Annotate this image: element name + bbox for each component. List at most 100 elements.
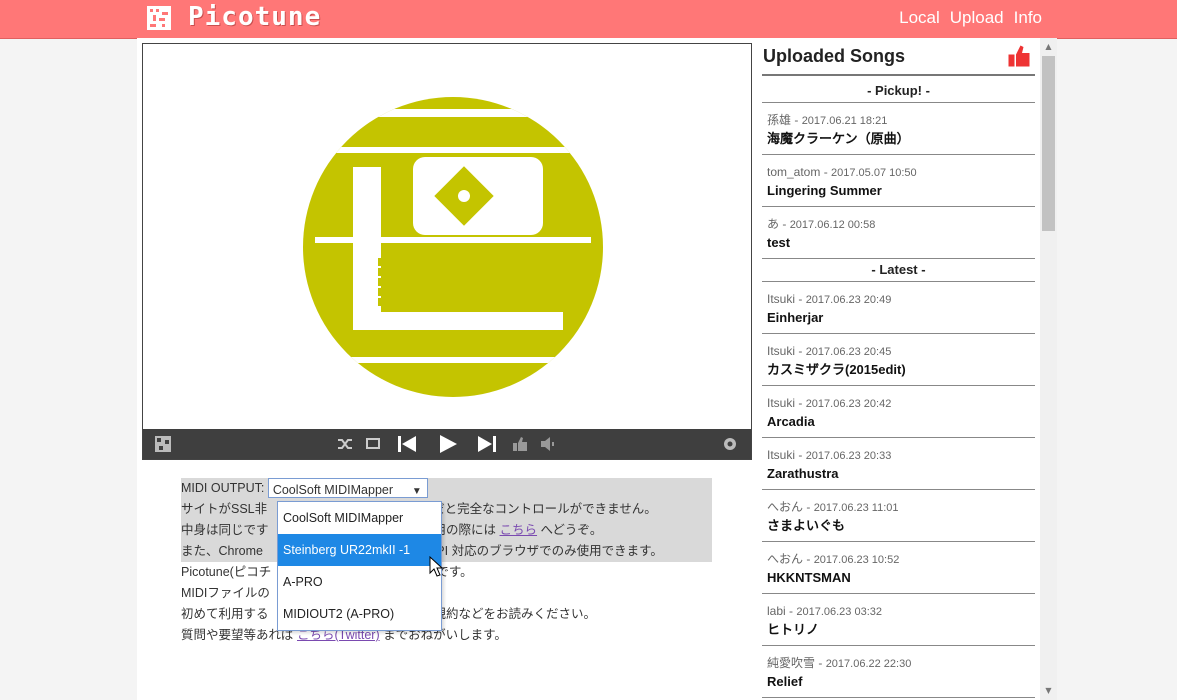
meta-separator: -	[815, 656, 826, 670]
thumbs-up-icon[interactable]	[1007, 44, 1031, 68]
info-line-midifile: MIDIファイルの	[181, 586, 270, 600]
song-date: 2017.06.22 22:30	[825, 658, 912, 670]
song-item[interactable]: labi - 2017.06.23 03:32 ヒトリノ	[762, 594, 1035, 646]
midi-output-select[interactable]: CoolSoft MIDIMapper ▼	[267, 477, 428, 498]
song-title[interactable]: Arcadia	[767, 412, 1035, 432]
mouse-cursor-icon	[429, 556, 444, 577]
info-line-first: 初めて利用する 規約などをお読みください。	[181, 607, 597, 621]
midi-output-dropdown: CoolSoft MIDIMapper Steinberg UR22mkII -…	[277, 501, 442, 631]
scroll-up-icon[interactable]: ▲	[1040, 40, 1057, 54]
song-user: Itsuki	[767, 344, 796, 358]
midi-option[interactable]: A-PRO	[278, 566, 441, 598]
song-item[interactable]: あ - 2017.06.12 00:58 test	[762, 207, 1035, 259]
song-meta: 純愛吹雪 - 2017.06.22 22:30	[767, 646, 1035, 672]
nav-upload[interactable]: Upload	[950, 8, 1004, 28]
info-line-ssl: サイトがSSL非 だと完全なコントロールができません。	[181, 499, 712, 520]
song-item[interactable]: 純愛吹雪 - 2017.06.22 22:30 Relief	[762, 646, 1035, 698]
picotune-small-logo-icon[interactable]	[151, 429, 175, 459]
song-meta: へおん - 2017.06.23 11:01	[767, 490, 1035, 516]
song-title[interactable]: Relief	[767, 672, 1035, 692]
song-item[interactable]: Itsuki - 2017.06.23 20:45 カスミザクラ(2015edit…	[762, 334, 1035, 386]
dropdown-arrow-icon: ▼	[411, 485, 422, 497]
song-user: へおん	[767, 552, 804, 566]
picotune-logo-art	[303, 97, 603, 397]
song-meta: Itsuki - 2017.06.23 20:33	[767, 438, 1035, 464]
song-title[interactable]: Einherjar	[767, 308, 1035, 328]
song-title[interactable]: test	[767, 233, 1035, 253]
like-icon[interactable]	[509, 429, 531, 459]
nav-local[interactable]: Local	[899, 8, 940, 28]
midi-option-highlighted[interactable]: Steinberg UR22mkII -1	[278, 534, 441, 566]
uploaded-songs-sidebar: Uploaded Songs - Pickup! - 孫雄 - 2017.06.…	[758, 38, 1040, 700]
song-item[interactable]: へおん - 2017.06.23 11:01 さまよいぐも	[762, 490, 1035, 542]
song-title[interactable]: ヒトリノ	[767, 620, 1035, 640]
sidebar-divider	[762, 74, 1035, 76]
previous-icon[interactable]	[393, 429, 421, 459]
song-meta: あ - 2017.06.12 00:58	[767, 207, 1035, 233]
meta-separator: -	[795, 292, 806, 306]
meta-separator: -	[779, 217, 790, 231]
player-controls	[143, 429, 751, 459]
scroll-down-icon[interactable]: ▼	[1040, 684, 1057, 698]
meta-separator: -	[785, 604, 797, 618]
midi-output-label: MIDI OUTPUT:	[181, 481, 265, 495]
song-date: 2017.06.23 11:01	[813, 502, 899, 514]
meta-separator: -	[820, 165, 832, 179]
song-item[interactable]: Itsuki - 2017.06.23 20:49 Einherjar	[762, 282, 1035, 334]
song-user: Itsuki	[767, 448, 796, 462]
info-line-questions: 質問や要望等あれば こちら(Twitter) までおねがいします。	[181, 628, 507, 642]
song-user: 純愛吹雪	[767, 656, 816, 670]
midi-option[interactable]: MIDIOUT2 (A-PRO)	[278, 598, 441, 630]
picotune-logo-icon[interactable]	[147, 6, 171, 30]
midi-output-row: MIDI OUTPUT: CoolSoft MIDIMapper ▼	[181, 477, 712, 499]
pickup-list: 孫雄 - 2017.06.21 18:21 海魔クラーケン（原曲） tom_atom…	[762, 103, 1035, 259]
song-item[interactable]: Itsuki - 2017.06.23 20:42 Arcadia	[762, 386, 1035, 438]
song-meta: tom_atom - 2017.05.07 10:50	[767, 155, 1035, 181]
song-title[interactable]: Zarathustra	[767, 464, 1035, 484]
player	[142, 43, 752, 460]
song-user: tom_atom	[767, 165, 821, 179]
page-scrollbar[interactable]: ▲ ▼	[1040, 38, 1057, 700]
song-title[interactable]: Lingering Summer	[767, 181, 1035, 201]
song-item[interactable]: tom_atom - 2017.05.07 10:50 Lingering Sum…	[762, 155, 1035, 207]
song-date: 2017.06.23 20:42	[805, 398, 892, 410]
meta-separator: -	[795, 396, 806, 410]
midi-output-selected: CoolSoft MIDIMapper	[272, 482, 394, 497]
song-meta: Itsuki - 2017.06.23 20:45	[767, 334, 1035, 360]
repeat-icon[interactable]	[361, 429, 385, 459]
next-icon[interactable]	[473, 429, 501, 459]
meta-separator: -	[795, 344, 806, 358]
song-date: 2017.06.23 10:52	[813, 554, 900, 566]
song-user: Itsuki	[767, 396, 796, 410]
song-item[interactable]: 孫雄 - 2017.06.21 18:21 海魔クラーケン（原曲）	[762, 103, 1035, 155]
scroll-thumb[interactable]	[1042, 56, 1055, 231]
pickup-header: - Pickup! -	[762, 80, 1035, 103]
song-date: 2017.06.12 00:58	[789, 219, 876, 231]
main-content: MIDI OUTPUT: CoolSoft MIDIMapper ▼ サイトがS…	[137, 38, 758, 700]
song-date: 2017.06.23 20:45	[805, 346, 892, 358]
settings-icon[interactable]	[718, 429, 742, 459]
song-title[interactable]: HKKNTSMAN	[767, 568, 1035, 588]
song-meta: Itsuki - 2017.06.23 20:49	[767, 282, 1035, 308]
song-user: Itsuki	[767, 292, 796, 306]
play-icon[interactable]	[433, 429, 463, 459]
song-date: 2017.06.23 03:32	[796, 606, 882, 618]
song-user: labi	[767, 604, 786, 618]
song-item[interactable]: Itsuki - 2017.06.23 20:33 Zarathustra	[762, 438, 1035, 490]
sidebar-title: Uploaded Songs	[763, 46, 906, 66]
ssl-link[interactable]: こちら	[500, 523, 538, 537]
volume-icon[interactable]	[537, 429, 559, 459]
info-line-same: 中身は同じです 用の際には こちら へどうぞ。	[181, 520, 712, 541]
nav-info[interactable]: Info	[1014, 8, 1042, 28]
song-title[interactable]: さまよいぐも	[767, 516, 1035, 536]
song-title[interactable]: カスミザクラ(2015edit)	[767, 360, 1035, 380]
song-user: へおん	[767, 500, 804, 514]
site-logo-text[interactable]: Picotune	[188, 2, 321, 32]
shuffle-icon[interactable]	[333, 429, 357, 459]
song-date: 2017.05.07 10:50	[831, 167, 917, 179]
midi-option[interactable]: CoolSoft MIDIMapper	[278, 502, 441, 534]
song-title[interactable]: 海魔クラーケン（原曲）	[767, 129, 1035, 149]
song-item[interactable]: へおん - 2017.06.23 10:52 HKKNTSMAN	[762, 542, 1035, 594]
meta-separator: -	[803, 552, 814, 566]
song-list: - Pickup! - 孫雄 - 2017.06.21 18:21 海魔クラーケン…	[762, 80, 1035, 698]
